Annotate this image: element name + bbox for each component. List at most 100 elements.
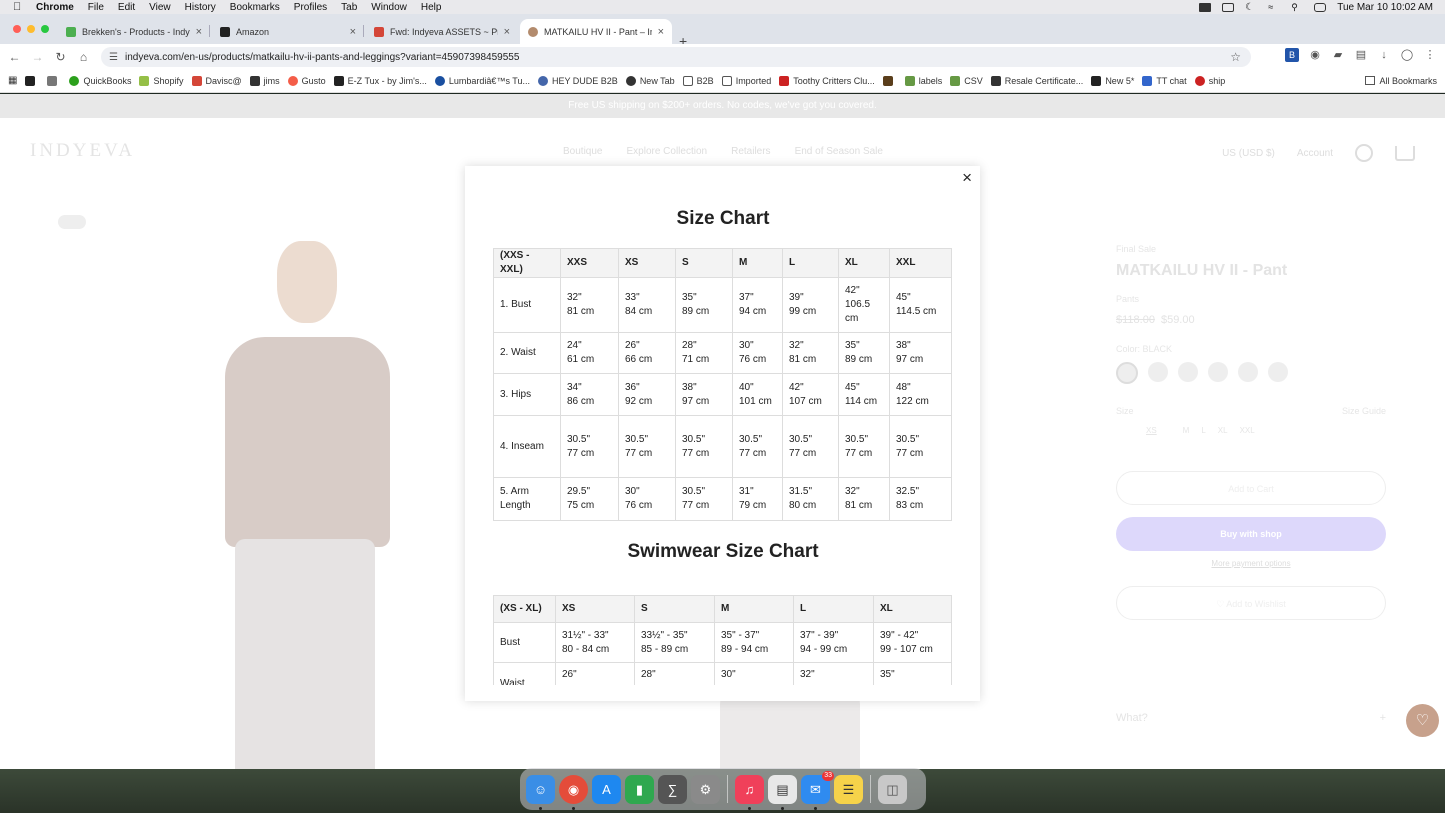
tab-matkailu-active[interactable]: MATKAILU HV II - Pant – Indy × (520, 19, 672, 44)
size-option-l[interactable]: L (1201, 426, 1205, 435)
extensions-puzzle-icon[interactable]: ▰ (1331, 48, 1345, 62)
bookmark-csv[interactable]: CSV (950, 75, 983, 86)
mail-icon[interactable]: ✉ 33 (801, 770, 834, 810)
close-window-button[interactable] (13, 25, 21, 33)
tab-gmail-fwd[interactable]: Fwd: Indyeva ASSETS ~ Pro C × (366, 19, 518, 44)
news-icon[interactable]: ▤ (768, 774, 797, 810)
back-arrow-icon[interactable]: ← (3, 50, 26, 64)
color-swatch[interactable] (1238, 362, 1258, 382)
calculator-icon[interactable]: ∑ (658, 774, 687, 804)
bookmark-labels[interactable]: labels (904, 75, 942, 86)
size-option-xs[interactable]: XS (1146, 426, 1157, 435)
all-bookmarks-folder[interactable]: All Bookmarks (1365, 76, 1437, 86)
reload-icon[interactable]: ↻ (49, 50, 72, 64)
close-tab-icon[interactable]: × (350, 26, 356, 38)
nav-retailers[interactable]: Retailers (731, 146, 770, 157)
music-icon[interactable]: ♫ (735, 774, 764, 810)
modal-scroll-body[interactable]: Size Chart (XXS - XXL) XXS XS S M L XL X… (493, 166, 953, 685)
size-option-xxl[interactable]: XXL (1240, 426, 1255, 435)
bookmark-shopify[interactable]: Shopify (139, 75, 184, 86)
menu-bookmarks[interactable]: Bookmarks (230, 2, 280, 13)
apple-menu-icon[interactable]:  (13, 1, 27, 13)
bookmark-folder-imported[interactable]: Imported (721, 75, 771, 86)
menu-app-name[interactable]: Chrome (36, 2, 74, 13)
menu-clock[interactable]: Tue Mar 10 10:02 AM (1337, 2, 1433, 13)
shop-pay-button[interactable]: Buy with shop (1116, 517, 1386, 551)
chrome-menu-icon[interactable]: ⋮ (1423, 48, 1437, 62)
focus-moon-icon[interactable]: ☾ (1245, 2, 1257, 12)
bookmark-toothy-critters[interactable]: Toothy Critters Clu... (779, 75, 875, 86)
zoom-window-button[interactable] (41, 25, 49, 33)
bookmark-heydude[interactable]: HEY DUDE B2B (537, 75, 618, 86)
address-bar[interactable]: ☰ indyeva.com/en-us/products/matkailu-hv… (101, 47, 1251, 67)
close-icon[interactable]: × (962, 168, 972, 188)
bookmark-ship[interactable]: ship (1194, 75, 1225, 86)
bookmark-jims[interactable]: jims (249, 75, 280, 86)
battery-icon[interactable] (1222, 2, 1235, 12)
home-icon[interactable]: ⌂ (72, 50, 95, 64)
bookmark-folder-b2b[interactable]: B2B (682, 75, 714, 86)
apps-grid-icon[interactable]: ▦ (8, 75, 17, 86)
bookmark-resale-certificate[interactable]: Resale Certificate... (990, 75, 1083, 86)
app-store-icon[interactable]: A (592, 774, 621, 804)
profile-avatar-icon[interactable]: ◯ (1400, 48, 1414, 62)
color-swatch-black[interactable] (1116, 362, 1138, 384)
tab-brekkens-products[interactable]: Brekken's - Products - Indyeva × (58, 19, 210, 44)
menu-view[interactable]: View (149, 2, 171, 13)
bookmark-newtab[interactable]: New Tab (625, 75, 675, 86)
add-to-wishlist-button[interactable]: ♡ Add to Wishlist (1116, 586, 1386, 620)
bookmark-ttchat[interactable]: TT chat (1142, 75, 1187, 86)
size-option-xl[interactable]: XL (1218, 426, 1228, 435)
bookmark-lumbardis[interactable]: Lumbardiâ€™s Tu... (434, 75, 530, 86)
system-settings-icon[interactable]: ⚙ (691, 774, 720, 804)
forward-arrow-icon[interactable]: → (26, 50, 49, 64)
control-center-icon[interactable] (1314, 2, 1327, 12)
bookmark-amazon[interactable] (25, 75, 39, 86)
menu-help[interactable]: Help (421, 2, 442, 13)
cart-icon[interactable] (1395, 145, 1415, 161)
close-tab-icon[interactable]: × (658, 26, 664, 38)
menu-extra-icon[interactable] (1199, 2, 1212, 12)
menu-file[interactable]: File (88, 2, 104, 13)
more-payment-options-link[interactable]: More payment options (1116, 559, 1386, 568)
tab-amazon[interactable]: Amazon × (212, 19, 364, 44)
nav-end-of-season-sale[interactable]: End of Season Sale (795, 146, 883, 157)
trash-icon[interactable]: ◫ (878, 774, 907, 804)
bookmark-eztux[interactable]: E-Z Tux - by Jim's... (333, 75, 427, 86)
wishlist-heart-icon[interactable]: ♡ (1406, 704, 1439, 737)
close-tab-icon[interactable]: × (196, 26, 202, 38)
bookmark-gusto[interactable]: Gusto (287, 75, 326, 86)
camera-icon[interactable]: ◉ (1308, 48, 1322, 62)
account-link[interactable]: Account (1297, 148, 1333, 159)
finder-icon[interactable]: ☺ (526, 774, 555, 810)
size-option-m[interactable]: M (1183, 426, 1190, 435)
bookmark-quickbooks[interactable]: QuickBooks (69, 75, 131, 86)
close-tab-icon[interactable]: × (504, 26, 510, 38)
download-icon[interactable]: ↓ (1377, 48, 1391, 62)
bookmark-unknown[interactable] (47, 75, 61, 86)
bookmark-gmail[interactable]: Davisc@ (191, 75, 242, 86)
minimize-window-button[interactable] (27, 25, 35, 33)
size-guide-link[interactable]: Size Guide (1342, 406, 1386, 416)
nav-explore-collection[interactable]: Explore Collection (626, 146, 707, 157)
menu-profiles[interactable]: Profiles (294, 2, 327, 13)
numbers-icon[interactable]: ▮ (625, 774, 654, 804)
notes-icon[interactable]: ☰ (834, 774, 863, 804)
menu-edit[interactable]: Edit (118, 2, 135, 13)
color-swatch[interactable] (1178, 362, 1198, 382)
color-swatch[interactable] (1208, 362, 1228, 382)
bookmark-star-icon[interactable]: ☆ (1230, 50, 1241, 64)
color-swatch[interactable] (1268, 362, 1288, 382)
menu-history[interactable]: History (185, 2, 216, 13)
site-logo[interactable]: INDYEVA (30, 140, 135, 162)
nav-boutique[interactable]: Boutique (563, 146, 602, 157)
url-text[interactable]: indyeva.com/en-us/products/matkailu-hv-i… (125, 52, 519, 63)
currency-selector[interactable]: US (USD $) (1222, 148, 1275, 159)
site-settings-icon[interactable]: ☰ (109, 52, 119, 63)
menu-window[interactable]: Window (371, 2, 407, 13)
accordion-what[interactable]: What? + (1116, 712, 1386, 724)
spotlight-search-icon[interactable]: ⚲ (1291, 2, 1303, 12)
bookmark-new5[interactable]: New 5* (1091, 75, 1134, 86)
extension-b-icon[interactable]: B (1285, 48, 1299, 62)
add-to-cart-button[interactable]: Add to Cart (1116, 471, 1386, 505)
